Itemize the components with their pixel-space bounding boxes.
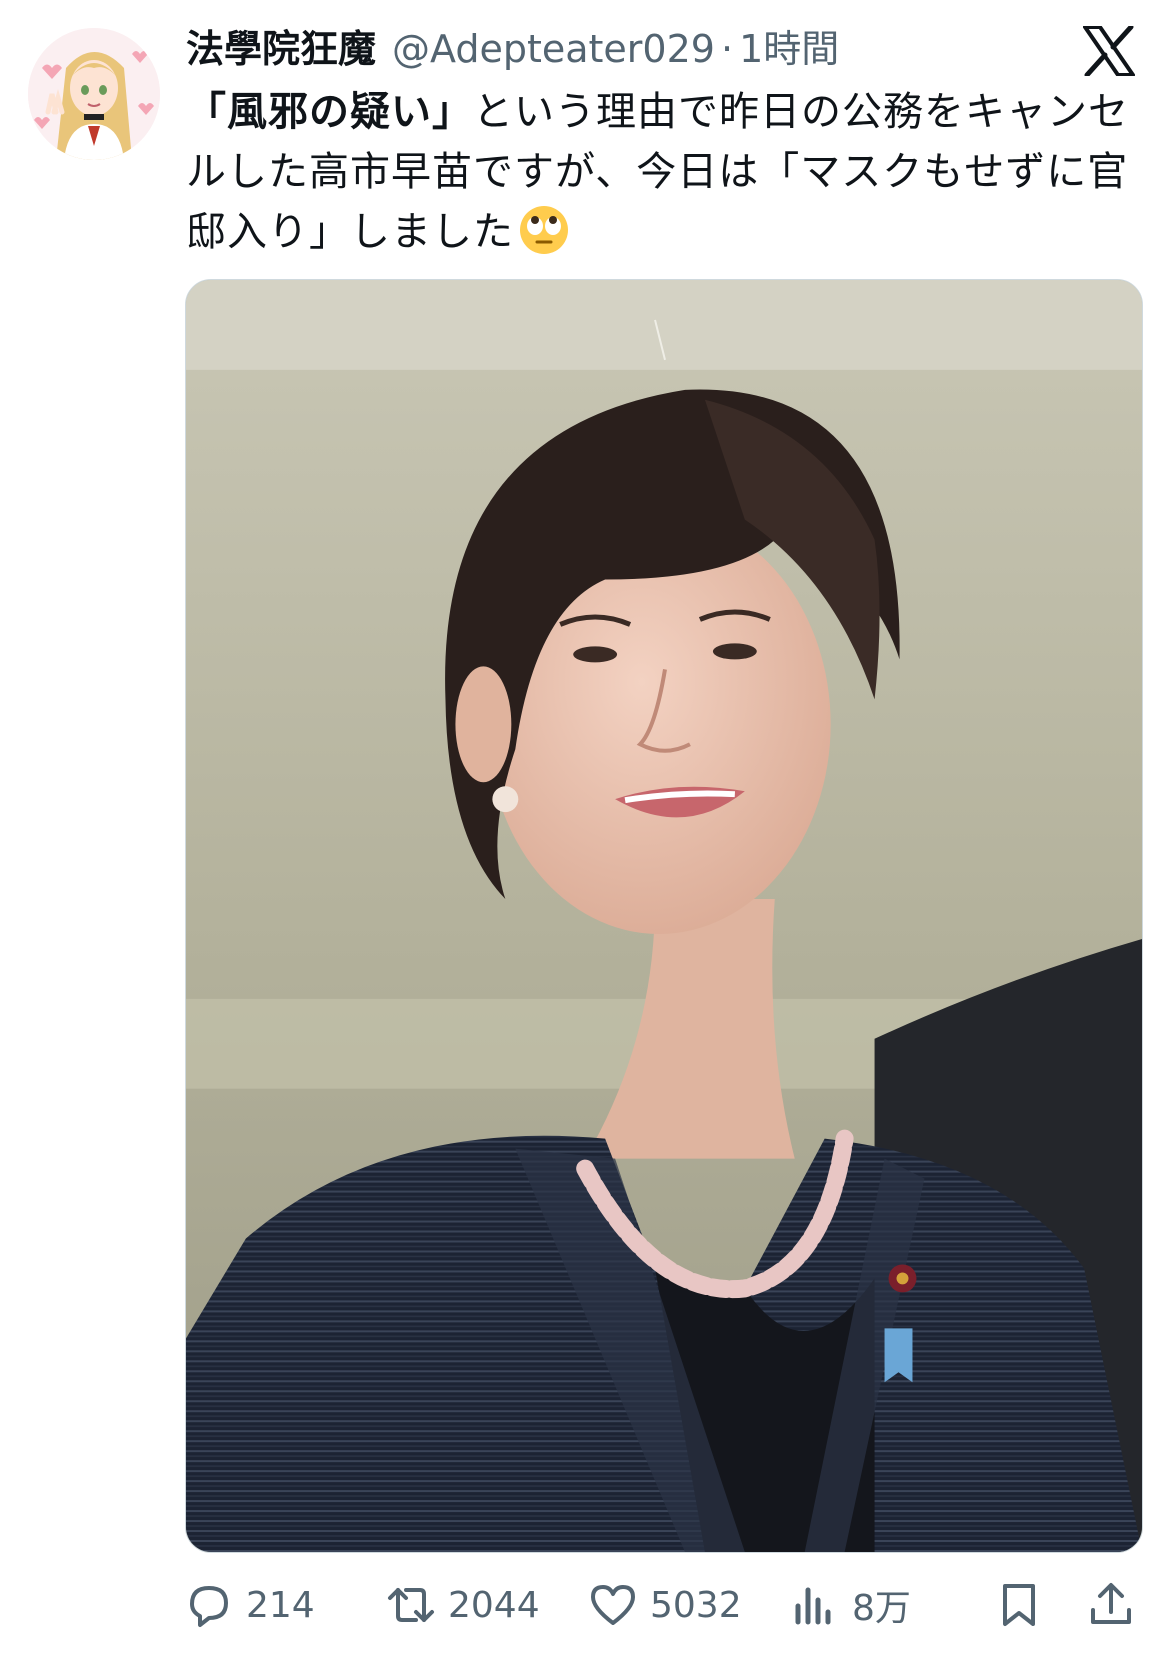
bookmark-button[interactable] [994,1575,1044,1635]
share-upload-icon [1091,1583,1131,1624]
retweet-count: 2044 [448,1584,540,1626]
tweet-card: 法學院狂魔 @Adepteater029 · 1時間 「風邪の疑い」という理由で… [0,0,1170,1656]
retweet-button[interactable]: 2044 [386,1575,540,1635]
anime-girl-avatar-image [28,28,160,160]
tweet-text-bold: 「風邪の疑い」 [186,89,473,135]
like-count: 5032 [650,1584,742,1626]
comment-bubble-icon [190,1586,228,1627]
author-handle[interactable]: @Adepteater029 [392,26,715,72]
x-logo-icon [1083,26,1135,76]
photo-woman-in-tweed-jacket [186,280,1142,1552]
views-button[interactable]: 8万 [790,1575,911,1635]
tweet-action-bar: 214 2044 5032 8万 [0,1575,1170,1635]
rolling-eyes-emoji-icon [518,204,570,256]
tweet-timestamp[interactable]: 1時間 [739,26,839,72]
author-display-name[interactable]: 法學院狂魔 [186,26,376,72]
tweet-header: 法學院狂魔 @Adepteater029 · 1時間 [186,26,839,72]
reply-count: 214 [246,1584,315,1626]
author-avatar[interactable] [28,28,160,160]
heart-icon [591,1585,635,1625]
header-separator: · [720,27,734,71]
like-button[interactable]: 5032 [588,1575,742,1635]
bar-chart-icon [795,1587,831,1625]
tweet-photo[interactable] [185,279,1143,1553]
views-count: 8万 [852,1588,911,1629]
retweet-arrows-icon [388,1588,434,1622]
reply-button[interactable]: 214 [184,1575,315,1635]
bookmark-icon [1003,1584,1035,1626]
tweet-text: 「風邪の疑い」という理由で昨日の公務をキャンセルした高市早苗ですが、今日は「マス… [186,82,1136,262]
share-button[interactable] [1086,1575,1136,1635]
